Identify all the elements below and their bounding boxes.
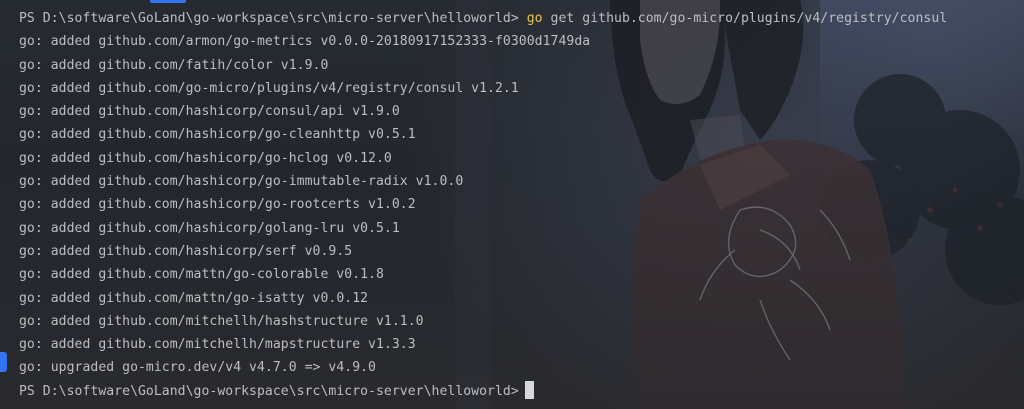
output-line: go: added github.com/hashicorp/go-cleanh… bbox=[19, 127, 416, 143]
output-line: go: added github.com/hashicorp/serf v0.9… bbox=[19, 243, 353, 259]
output-line: go: added github.com/hashicorp/golang-lr… bbox=[19, 220, 400, 236]
output-line: go: added github.com/mitchellh/mapstruct… bbox=[19, 337, 416, 353]
active-tab-indicator bbox=[150, 0, 186, 3]
side-marker-badge bbox=[0, 352, 7, 372]
text-cursor bbox=[524, 380, 534, 399]
terminal-output: PS D:\software\GoLand\go-workspace\src\m… bbox=[19, 7, 1024, 403]
input-line[interactable]: PS D:\software\GoLand\go-workspace\src\m… bbox=[19, 380, 1024, 403]
output-line: go: added github.com/mattn/go-colorable … bbox=[19, 267, 384, 283]
output-line: go: upgraded go-micro.dev/v4 v4.7.0 => v… bbox=[19, 360, 376, 376]
output-line: go: added github.com/mitchellh/hashstruc… bbox=[19, 313, 424, 329]
prompt-text: PS D:\software\GoLand\go-workspace\src\m… bbox=[19, 11, 519, 26]
command-keyword: go bbox=[526, 11, 543, 26]
prompt-text: PS D:\software\GoLand\go-workspace\src\m… bbox=[19, 383, 519, 399]
terminal-panel[interactable]: PS D:\software\GoLand\go-workspace\src\m… bbox=[0, 0, 1024, 409]
output-line: go: added github.com/hashicorp/go-hclog … bbox=[19, 150, 392, 166]
command-args: get github.com/go-micro/plugins/v4/regis… bbox=[550, 11, 948, 26]
output-line: go: added github.com/hashicorp/go-rootce… bbox=[19, 197, 416, 213]
output-line: go: added github.com/mattn/go-isatty v0.… bbox=[19, 290, 369, 306]
command-line: PS D:\software\GoLand\go-workspace\src\m… bbox=[19, 7, 1024, 30]
output-line: go: added github.com/fatih/color v1.9.0 bbox=[19, 57, 329, 73]
output-line: go: added github.com/armon/go-metrics v0… bbox=[19, 34, 591, 50]
output-line: go: added github.com/hashicorp/go-immuta… bbox=[19, 174, 464, 190]
output-line: go: added github.com/go-micro/plugins/v4… bbox=[19, 80, 519, 96]
output-line: go: added github.com/hashicorp/consul/ap… bbox=[19, 104, 400, 120]
